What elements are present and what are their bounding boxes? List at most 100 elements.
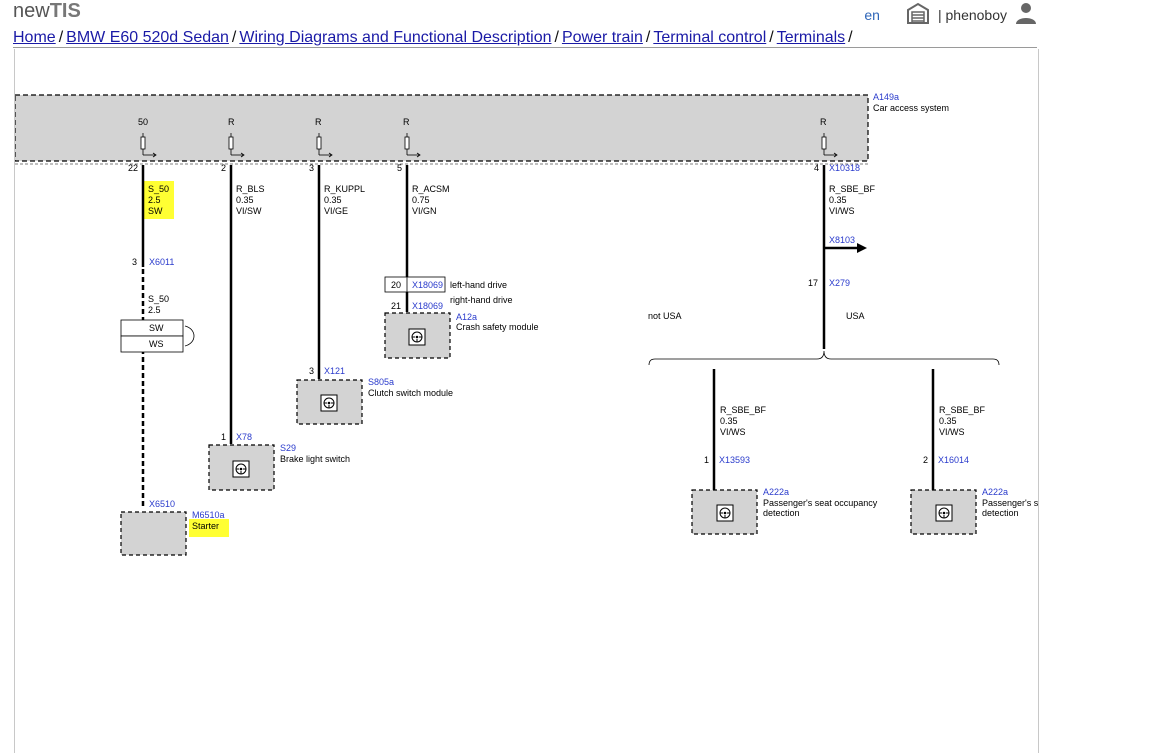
- cas-name: Car access system: [873, 103, 949, 113]
- pin-number: 17: [808, 278, 818, 288]
- connector-x18069-rhd[interactable]: X18069: [412, 301, 443, 311]
- brake-switch-id[interactable]: S29: [280, 443, 296, 453]
- connector-x78[interactable]: X78: [236, 432, 252, 442]
- brake-switch-name: Brake light switch: [280, 454, 350, 464]
- cas-id[interactable]: A149a: [873, 92, 899, 102]
- wire-label: 2.5: [148, 195, 161, 205]
- connector-x279[interactable]: X279: [829, 278, 850, 288]
- seat-module-1-name: Passenger's seat occupancy: [763, 498, 878, 508]
- breadcrumb-home[interactable]: Home: [13, 29, 56, 46]
- breadcrumb-power-train[interactable]: Power train: [562, 29, 643, 46]
- breadcrumb: Home / BMW E60 520d Sedan / Wiring Diagrams …: [13, 29, 856, 47]
- breadcrumb-separator: /: [231, 29, 237, 46]
- wire-label: R_ACSM: [412, 184, 450, 194]
- wire-label: 0.35: [324, 195, 342, 205]
- pin-number: 1: [704, 455, 709, 465]
- rhd-label: right-hand drive: [450, 295, 513, 305]
- pin-number: 3: [132, 257, 137, 267]
- wire-label: R_KUPPL: [324, 184, 365, 194]
- option-ws-label: WS: [149, 339, 164, 349]
- pin-label: 50: [138, 117, 148, 127]
- garage-icon[interactable]: [906, 2, 930, 27]
- breadcrumb-wiring[interactable]: Wiring Diagrams and Functional Descripti…: [239, 29, 551, 46]
- wire-label: R_SBE_BF: [939, 405, 986, 415]
- wire-label: 0.35: [829, 195, 847, 205]
- header-divider: [13, 47, 1037, 48]
- seat-module-1-name-2: detection: [763, 508, 800, 518]
- clutch-switch-name: Clutch switch module: [368, 388, 453, 398]
- pin-number: 20: [391, 280, 401, 290]
- connector-x6011[interactable]: X6011: [149, 257, 174, 267]
- variant-not-usa: not USA: [648, 311, 682, 321]
- breadcrumb-terminals[interactable]: Terminals: [777, 29, 845, 46]
- crash-module-id[interactable]: A12a: [456, 312, 477, 322]
- pin-number: 22: [128, 163, 138, 173]
- wire-label: 0.75: [412, 195, 430, 205]
- breadcrumb-separator: /: [58, 29, 64, 46]
- logo-bold: TIS: [49, 0, 81, 22]
- module-icon: [408, 328, 426, 346]
- pin-number: 2: [221, 163, 226, 173]
- wire-label: VI/WS: [720, 427, 746, 437]
- wire-label: R_SBE_BF: [829, 184, 876, 194]
- wiring-diagram-viewer[interactable]: A149a Car access system 50 R R R R 22 2 …: [14, 49, 1039, 753]
- connector-x8103[interactable]: X8103: [829, 235, 855, 245]
- pin-number: 1: [221, 432, 226, 442]
- pin-number: 21: [391, 301, 401, 311]
- wire-label: 0.35: [236, 195, 254, 205]
- breadcrumb-separator: /: [848, 29, 853, 46]
- pin-label: R: [228, 117, 235, 127]
- module-icon: [935, 504, 953, 522]
- topbar-right: en | phenoboy: [864, 2, 1037, 27]
- wire-label: VI/WS: [829, 206, 855, 216]
- module-icon: [716, 504, 734, 522]
- wire-label: S_50: [148, 184, 169, 194]
- pin-label: R: [315, 117, 322, 127]
- wire-label: S_50: [148, 294, 169, 304]
- option-sw-label: SW: [149, 323, 164, 333]
- wire-label: 0.35: [939, 416, 957, 426]
- username[interactable]: | phenoboy: [938, 7, 1007, 23]
- wire-label: 2.5: [148, 305, 161, 315]
- pin-number: 5: [397, 163, 402, 173]
- module-icon: [320, 394, 338, 412]
- connector-x10318[interactable]: X10318: [829, 163, 860, 173]
- wire-label: VI/GN: [412, 206, 437, 216]
- wire-label: VI/WS: [939, 427, 965, 437]
- wire-label: R_BLS: [236, 184, 265, 194]
- wire-label: R_SBE_BF: [720, 405, 767, 415]
- pin-number: 4: [814, 163, 819, 173]
- logo-prefix: new: [13, 0, 50, 22]
- pin-number: 2: [923, 455, 928, 465]
- wire-label: 0.35: [720, 416, 738, 426]
- breadcrumb-terminal-control[interactable]: Terminal control: [653, 29, 766, 46]
- wire-label: SW: [148, 206, 163, 216]
- connector-x121[interactable]: X121: [324, 366, 345, 376]
- language-selector[interactable]: en: [864, 7, 880, 23]
- module-icon: [232, 460, 250, 478]
- app-logo[interactable]: newTIS: [13, 0, 81, 23]
- wire-label: VI/GE: [324, 206, 348, 216]
- user-icon[interactable]: [1015, 2, 1037, 27]
- pin-number: 3: [309, 366, 314, 376]
- starter-id[interactable]: M6510a: [192, 510, 225, 520]
- breadcrumb-separator: /: [769, 29, 774, 46]
- breadcrumb-vehicle[interactable]: BMW E60 520d Sedan: [66, 29, 229, 46]
- seat-module-1-id[interactable]: A222a: [763, 487, 789, 497]
- connector-x13593[interactable]: X13593: [719, 455, 750, 465]
- seat-module-2-id[interactable]: A222a: [982, 487, 1008, 497]
- starter-name: Starter: [192, 521, 219, 531]
- starter-module-box[interactable]: [120, 511, 187, 556]
- variant-usa: USA: [846, 311, 865, 321]
- connector-x6510[interactable]: X6510: [149, 499, 175, 509]
- variant-brace: [648, 350, 1000, 366]
- connector-x16014[interactable]: X16014: [938, 455, 969, 465]
- breadcrumb-separator: /: [645, 29, 651, 46]
- pin-number: 3: [309, 163, 314, 173]
- connector-x18069-lhd[interactable]: X18069: [412, 280, 443, 290]
- clutch-switch-id[interactable]: S805a: [368, 377, 394, 387]
- pin-label: R: [403, 117, 410, 127]
- wiring-diagram[interactable]: A149a Car access system 50 R R R R 22 2 …: [15, 49, 1038, 753]
- lhd-label: left-hand drive: [450, 280, 507, 290]
- seat-module-2-name: Passenger's s: [982, 498, 1038, 508]
